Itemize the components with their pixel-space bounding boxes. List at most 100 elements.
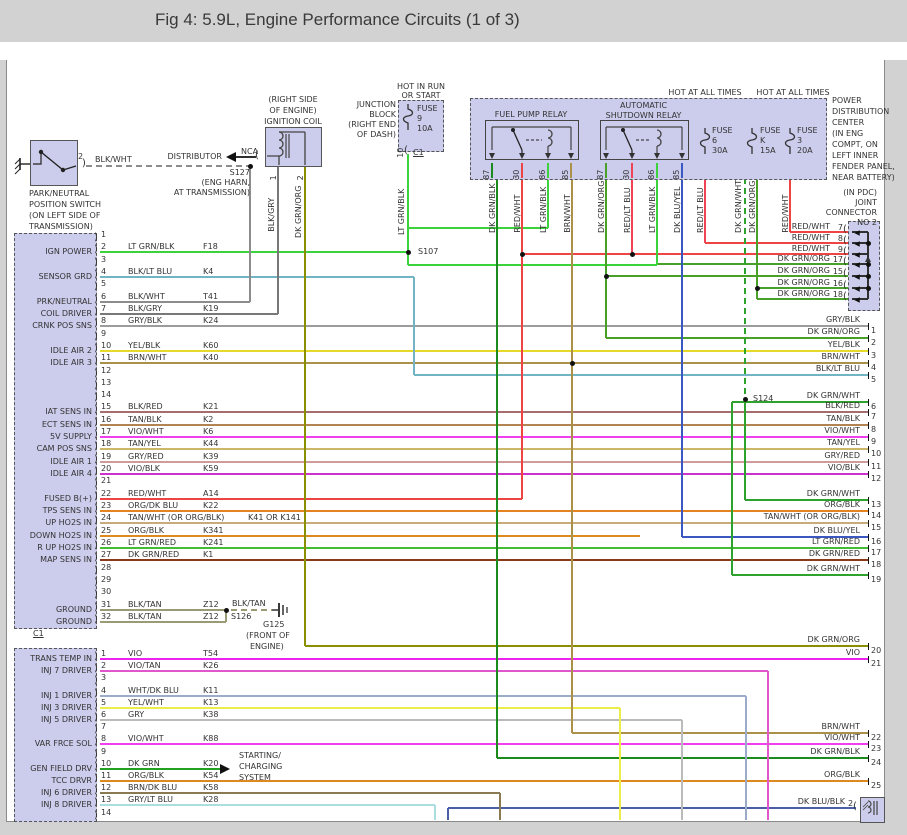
pin-arc: ) bbox=[94, 725, 98, 735]
wire-h-DK GRN/WHT bbox=[732, 574, 868, 576]
coil2-glyph bbox=[860, 797, 883, 821]
pin-tick bbox=[868, 446, 869, 453]
pin-arc: ) bbox=[94, 553, 98, 563]
wire-h-LT GRN/BLK bbox=[100, 251, 408, 253]
pin-arc: ) bbox=[94, 774, 98, 784]
wire-h-BLK/WHT bbox=[100, 301, 250, 303]
relay-pin-arrow bbox=[489, 153, 495, 159]
pcm-pin-label: CRNK POS SNS bbox=[32, 321, 92, 331]
pin-arc: ) bbox=[94, 615, 98, 625]
pin-arc: ) bbox=[94, 701, 98, 711]
joint-pin-arc: ( bbox=[843, 292, 847, 302]
pcm-pin-label: TRANS TEMP IN bbox=[30, 654, 92, 664]
wire-h-VIO bbox=[100, 658, 868, 660]
edge-pin-number: 13 bbox=[871, 500, 881, 510]
wire-h-VIO/TAN bbox=[100, 670, 768, 672]
joint-arrowhead bbox=[854, 274, 860, 280]
fuse-num: K bbox=[760, 136, 765, 146]
wire-h-LT GRN/BLK bbox=[408, 227, 548, 229]
joint-pin-label: RED/WHT bbox=[792, 222, 830, 232]
junction-block-label: OF DASH) bbox=[357, 130, 396, 140]
wire-h-DK GRN/ORG OLIVE bbox=[305, 645, 868, 647]
wire-h-BLK/WHT bbox=[86, 165, 250, 167]
pdc-label: CENTER bbox=[832, 118, 864, 128]
pin-tick bbox=[868, 422, 869, 429]
joint-arrowhead bbox=[854, 262, 860, 268]
pin-number: 29 bbox=[101, 575, 111, 585]
coil2-pin-arc: ( bbox=[853, 802, 857, 812]
splice-dot bbox=[866, 262, 871, 267]
edge-wire-label: ORG/BLK bbox=[824, 500, 860, 510]
pin-tick bbox=[868, 778, 869, 785]
relay-name: AUTOMATIC bbox=[620, 101, 667, 111]
pin-tick bbox=[868, 335, 869, 342]
edge-pin-number: 23 bbox=[871, 744, 881, 754]
joint-pin-label: RED/WHT bbox=[792, 244, 830, 254]
fuse-amp: 30A bbox=[712, 146, 728, 156]
pin-number: 12 bbox=[101, 366, 111, 376]
g125-label: G125 bbox=[263, 620, 284, 630]
relay-pin-arrow bbox=[629, 153, 635, 159]
wire-v-VIO/TAN bbox=[767, 671, 769, 820]
edge-pin-number: 25 bbox=[871, 781, 881, 791]
edge-wire-label: DK BLU/YEL bbox=[814, 526, 860, 536]
pin-number: 30 bbox=[101, 587, 111, 597]
fuse-amp: 20A bbox=[797, 146, 813, 156]
joint-pin-number: 15 bbox=[833, 267, 843, 277]
joint-connector-label: (IN PDC) bbox=[843, 188, 877, 198]
splice-dot bbox=[604, 274, 609, 279]
pcm-pin-label: GEN FIELD DRV bbox=[30, 764, 92, 774]
splice-dot bbox=[520, 252, 525, 257]
edge-pin-number: 1 bbox=[871, 326, 876, 336]
wire-h-YEL/BLK bbox=[100, 350, 868, 352]
pin-arc: ) bbox=[94, 737, 98, 747]
pin-tick bbox=[868, 372, 869, 379]
pin-tick bbox=[868, 730, 869, 737]
pcm-pin-label: IDLE AIR 4 bbox=[50, 469, 92, 479]
pcm-pin-label: IDLE AIR 3 bbox=[50, 358, 92, 368]
edge-wire-label: LT GRN/RED bbox=[812, 537, 860, 547]
joint-pin-arc: ( bbox=[843, 281, 847, 291]
wire-h-BLK/TAN bbox=[231, 609, 272, 611]
edge-wire-label: TAN/BLK bbox=[826, 414, 860, 424]
pin-tick bbox=[868, 755, 869, 762]
edge-pin-number: 10 bbox=[871, 449, 881, 459]
edge-pin-number: 24 bbox=[871, 758, 881, 768]
fuse-name: FUSE bbox=[760, 126, 781, 136]
junction-block-label: BLOCK bbox=[369, 110, 396, 120]
edge-pin-number: 4 bbox=[871, 363, 876, 373]
pin-tick bbox=[868, 557, 869, 564]
edge-wire-label: BLK/LT BLU bbox=[816, 364, 860, 374]
pcm-pin-label: VAR FRCE SOL bbox=[35, 739, 92, 749]
pin-arc: ) bbox=[94, 541, 98, 551]
edge-pin-number: 14 bbox=[871, 511, 881, 521]
joint-pin-label: DK GRN/ORG bbox=[778, 278, 830, 288]
edge-pin-number: 12 bbox=[871, 474, 881, 484]
wire-v-BRN/DK BLU bbox=[499, 793, 501, 820]
edge-pin-number: 20 bbox=[871, 646, 881, 656]
pdc-wire-label: RED/WHT bbox=[513, 189, 523, 233]
pin-arc: ) bbox=[94, 393, 98, 403]
pin-arc: ) bbox=[94, 270, 98, 280]
pdc-label: LEFT INNER bbox=[832, 151, 878, 161]
joint-connector-label: CONNECTOR bbox=[826, 208, 877, 218]
splice-dot bbox=[224, 608, 229, 613]
wiring-diagram-page: Fig 4: 5.9L, Engine Performance Circuits… bbox=[0, 0, 907, 835]
pin-arc: ) bbox=[94, 405, 98, 415]
pdc-label: FENDER PANEL, bbox=[832, 162, 895, 172]
pin-tick bbox=[868, 409, 869, 416]
splice-dot bbox=[406, 250, 411, 255]
joint-arrowhead bbox=[854, 286, 860, 292]
pin-arc: ) bbox=[94, 529, 98, 539]
wire-h-ORG/BLK bbox=[100, 535, 640, 537]
pin-tick bbox=[868, 643, 869, 650]
fuse-name: FUSE bbox=[797, 126, 818, 136]
pcm-pin-label: TPS SENS IN bbox=[43, 506, 92, 516]
chassis-ground-icon bbox=[14, 156, 32, 172]
fuse-glyph bbox=[785, 128, 795, 154]
junction-wire-label: LT GRN/BLK bbox=[397, 175, 407, 235]
pdc-wire-label: BRN/WHT bbox=[563, 189, 573, 233]
wire-h-ORG/BLK bbox=[100, 780, 868, 782]
wire-h-LT GRN/BLK bbox=[408, 264, 657, 266]
pnp-switch-label: (ON LEFT SIDE OF bbox=[29, 211, 100, 221]
